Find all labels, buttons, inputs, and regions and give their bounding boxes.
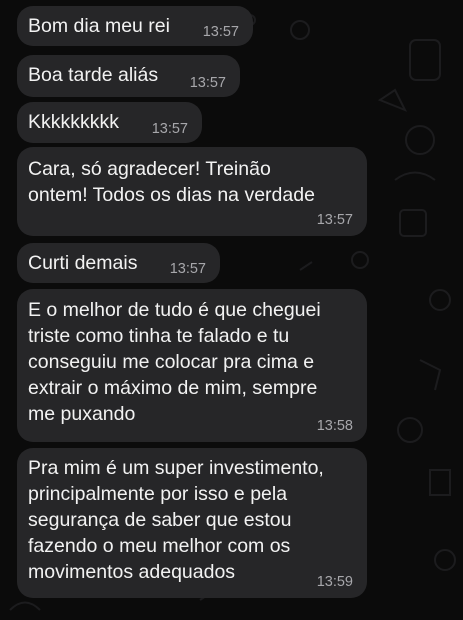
message-text-line: movimentos adequados	[28, 561, 236, 583]
message-text-line: me puxando	[28, 403, 136, 425]
message-text-line: Cara, só agradecer! Treinão	[28, 158, 271, 180]
message-text-line: principalmente por isso e pela	[28, 483, 288, 505]
message-text-line: segurança de saber que estou	[28, 509, 292, 531]
message-bubble[interactable]: Pra mim é um super investimento, princip…	[17, 448, 367, 598]
message-timestamp: 13:57	[151, 121, 188, 137]
message-text-line: ontem! Todos os dias na verdade	[28, 184, 315, 206]
message-text-line: E o melhor de tudo é que cheguei	[28, 299, 321, 321]
message-timestamp: 13:57	[189, 75, 226, 91]
message-text-line: conseguiu me colocar pra cima e	[28, 351, 315, 373]
message-timestamp: 13:59	[316, 574, 353, 590]
message-bubble[interactable]: Curti demais 13:57	[17, 243, 220, 283]
message-text-line: triste como tinha te falado e tu	[28, 325, 290, 347]
message-bubble[interactable]: Kkkkkkkkk 13:57	[17, 102, 202, 143]
message-timestamp: 13:57	[316, 212, 353, 228]
message-timestamp: 13:57	[169, 261, 206, 277]
message-text: Boa tarde aliás	[28, 64, 159, 86]
message-text: Curti demais	[28, 252, 138, 274]
message-text-line: Pra mim é um super investimento,	[28, 457, 324, 479]
message-text-line: fazendo o meu melhor com os	[28, 535, 291, 557]
message-bubble[interactable]: E o melhor de tudo é que cheguei triste …	[17, 289, 367, 442]
message-bubble[interactable]: Bom dia meu rei 13:57	[17, 6, 253, 46]
message-text: Bom dia meu rei	[28, 15, 170, 37]
message-text-line: extrair o máximo de mim, sempre	[28, 377, 318, 399]
message-text: Kkkkkkkkk	[28, 111, 120, 133]
message-bubble[interactable]: Cara, só agradecer! Treinão ontem! Todos…	[17, 147, 367, 236]
message-timestamp: 13:58	[316, 418, 353, 434]
message-timestamp: 13:57	[202, 24, 239, 40]
message-bubble[interactable]: Boa tarde aliás 13:57	[17, 55, 240, 97]
